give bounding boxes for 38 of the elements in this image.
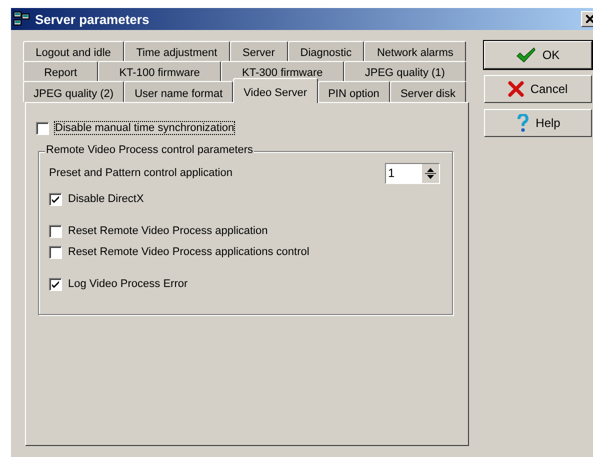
spin-field[interactable]: 1 (385, 162, 440, 184)
tab[interactable]: Report (23, 61, 98, 81)
tab[interactable]: Server disk (390, 81, 466, 102)
checkbox[interactable] (49, 278, 62, 290)
check-mark-icon (516, 47, 536, 63)
checkbox-label: Disable manual time synchronization (55, 122, 234, 134)
check-mark-icon (51, 280, 60, 288)
tab[interactable]: Video Server (233, 78, 318, 103)
field-label: Preset and Pattern control application (49, 167, 232, 179)
checkbox-label: Reset Remote Video Process application (68, 225, 268, 237)
group-title: Remote Video Process control parameters (45, 144, 254, 156)
tab[interactable]: User name format (124, 81, 234, 102)
tab[interactable]: Time adjustment (124, 41, 230, 61)
checkbox[interactable] (49, 224, 62, 238)
dialog-button[interactable]: Help (484, 109, 592, 137)
network-servers-icon (13, 11, 31, 27)
checkbox[interactable] (36, 122, 49, 134)
tab[interactable]: Network alarms (364, 41, 466, 61)
check-mark-icon (51, 194, 60, 204)
window-title: Server parameters (35, 12, 150, 26)
tab[interactable]: Logout and idle (23, 41, 124, 61)
dialog-button[interactable]: OK (484, 41, 592, 69)
checkbox[interactable] (49, 192, 62, 206)
checkbox-label: Reset Remote Video Process applications control (68, 246, 310, 258)
tab[interactable]: Server (230, 41, 288, 61)
checkbox-label: Disable DirectX (68, 193, 144, 205)
tab[interactable]: PIN option (318, 81, 390, 102)
question-mark-icon (516, 114, 530, 132)
dialog-button[interactable]: Cancel (484, 75, 592, 103)
tab[interactable]: JPEG quality (2) (23, 81, 124, 102)
tab[interactable]: Diagnostic (288, 41, 364, 61)
tab[interactable]: KT-100 firmware (98, 61, 221, 81)
spin-arrows-icon[interactable] (424, 166, 437, 180)
tab[interactable]: JPEG quality (1) (344, 61, 466, 81)
checkbox-label: Log Video Process Error (68, 278, 188, 290)
checkbox[interactable] (49, 246, 62, 258)
cross-icon (508, 81, 524, 97)
close-icon (586, 15, 593, 23)
